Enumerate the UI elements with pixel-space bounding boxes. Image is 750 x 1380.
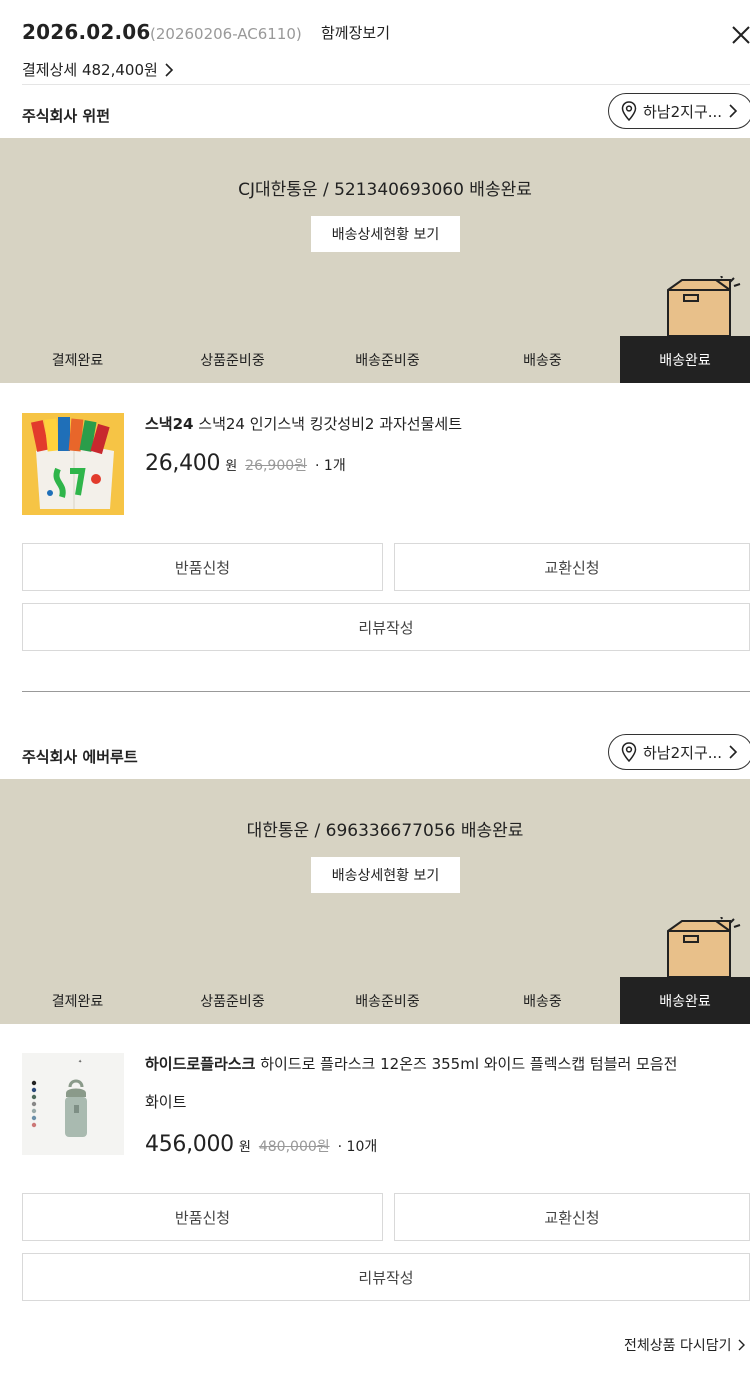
tumbler-image: ✦ <box>22 1053 124 1155</box>
address-label: 하남2지구... <box>643 743 723 762</box>
section-divider <box>22 691 750 692</box>
write-review-button[interactable]: 리뷰작성 <box>22 1253 750 1301</box>
sale-price: 456,000 <box>145 1132 234 1157</box>
product-thumbnail[interactable]: ✦ <box>22 1053 124 1155</box>
payment-detail-label: 결제상세 482,400원 <box>22 61 158 79</box>
step-preparing: 상품준비중 <box>200 993 265 1010</box>
product-brand: 하이드로플라스크 <box>145 1055 256 1073</box>
product-name: 하이드로 플라스크 12온즈 355ml 와이드 플렉스캡 텀블러 모음전 <box>260 1055 678 1073</box>
product-title[interactable]: 스낵24 스낵24 인기스낵 킹갓성비2 과자선물세트 <box>145 405 735 443</box>
address-button[interactable]: 하남2지구... <box>608 93 750 129</box>
step-preparing: 상품준비중 <box>200 352 265 369</box>
seller-row: 주식회사 에버루트 하남2지구... <box>0 734 750 774</box>
chevron-right-icon <box>729 104 738 118</box>
order-date: 2026.02.06 <box>22 20 151 44</box>
parcel-box-icon <box>667 917 741 977</box>
chevron-right-icon <box>729 745 738 759</box>
product-name-line2: 화이트 <box>145 1093 187 1111</box>
exchange-request-button[interactable]: 교환신청 <box>394 543 750 591</box>
view-cart-link[interactable]: 함께장보기 <box>321 22 390 43</box>
step-shipping: 배송중 <box>523 993 562 1010</box>
step-ready-to-ship: 배송준비중 <box>355 352 420 369</box>
price-unit: 원 <box>238 1140 251 1155</box>
delivery-status-panel: CJ대한통운 / 521340693060 배송완료 배송상세현황 보기 결제완… <box>0 138 750 383</box>
seller-row: 주식회사 위펀 하남2지구... <box>0 93 750 133</box>
price-unit: 원 <box>225 459 238 474</box>
seller-name: 주식회사 에버루트 <box>22 748 138 766</box>
order-header: 2026.02.06 (20260206-AC6110) 함께장보기 결제상세 … <box>0 0 750 86</box>
seller-section: 주식회사 위펀 하남2지구... CJ대한통운 / 521340693060 배… <box>0 93 750 653</box>
product-thumbnail[interactable] <box>22 413 124 515</box>
close-button[interactable] <box>728 22 750 48</box>
write-review-button[interactable]: 리뷰작성 <box>22 603 750 651</box>
delivery-steps: 결제완료 상품준비중 배송준비중 배송중 배송완료 <box>0 336 750 383</box>
address-button[interactable]: 하남2지구... <box>608 734 750 770</box>
svg-text:✦: ✦ <box>78 1059 82 1065</box>
location-pin-icon <box>621 742 637 762</box>
payment-detail-link[interactable]: 결제상세 482,400원 <box>22 59 174 80</box>
product-item[interactable]: ✦ 하이드로플라스크 하이드로 플라스크 12온즈 355ml 와이드 플렉스캡… <box>0 1053 750 1183</box>
product-title[interactable]: 하이드로플라스크 하이드로 플라스크 12온즈 355ml 와이드 플렉스캡 텀… <box>145 1045 735 1121</box>
reorder-all-label: 전체상품 다시담기 <box>624 1338 732 1354</box>
seller-name: 주식회사 위펀 <box>22 107 111 125</box>
price-line: 26,400 원 26,900원 · 1개 <box>145 451 346 476</box>
delivery-status-panel: 대한통운 / 696336677056 배송완료 배송상세현황 보기 결제완료 … <box>0 779 750 1024</box>
quantity: · 10개 <box>337 1139 378 1155</box>
step-delivered: 배송완료 <box>620 977 750 1024</box>
original-price: 26,900원 <box>245 458 308 474</box>
snack-box-image <box>22 413 124 515</box>
sale-price: 26,400 <box>145 451 221 476</box>
chevron-right-icon <box>738 1339 745 1351</box>
address-label: 하남2지구... <box>643 102 723 121</box>
parcel-box-icon <box>667 276 741 336</box>
step-paid: 결제완료 <box>51 993 104 1010</box>
quantity: · 1개 <box>315 458 346 474</box>
seller-section: 주식회사 에버루트 하남2지구... 대한통운 / 696336677056 배… <box>0 734 750 1304</box>
return-request-button[interactable]: 반품신청 <box>22 1193 383 1241</box>
delivery-steps: 결제완료 상품준비중 배송준비중 배송중 배송완료 <box>0 977 750 1024</box>
product-brand: 스낵24 <box>145 415 194 433</box>
price-line: 456,000 원 480,000원 · 10개 <box>145 1132 377 1157</box>
return-request-button[interactable]: 반품신청 <box>22 543 383 591</box>
original-price: 480,000원 <box>258 1139 330 1155</box>
step-paid: 결제완료 <box>51 352 104 369</box>
product-item[interactable]: 스낵24 스낵24 인기스낵 킹갓성비2 과자선물세트 26,400 원 26,… <box>0 413 750 523</box>
header-divider <box>22 84 750 85</box>
product-name: 스낵24 인기스낵 킹갓성비2 과자선물세트 <box>198 415 463 433</box>
exchange-request-button[interactable]: 교환신청 <box>394 1193 750 1241</box>
location-pin-icon <box>621 101 637 121</box>
reorder-all-link[interactable]: 전체상품 다시담기 <box>624 1335 746 1355</box>
step-ready-to-ship: 배송준비중 <box>355 993 420 1010</box>
close-icon <box>732 26 750 44</box>
order-number: (20260206-AC6110) <box>150 25 302 43</box>
delivery-detail-button[interactable]: 배송상세현황 보기 <box>311 216 460 252</box>
delivery-tracking-text: 대한통운 / 696336677056 배송완료 <box>246 821 524 841</box>
step-delivered: 배송완료 <box>620 336 750 383</box>
step-shipping: 배송중 <box>523 352 562 369</box>
delivery-tracking-text: CJ대한통운 / 521340693060 배송완료 <box>238 180 532 200</box>
delivery-detail-button[interactable]: 배송상세현황 보기 <box>311 857 460 893</box>
chevron-right-icon <box>165 62 173 77</box>
